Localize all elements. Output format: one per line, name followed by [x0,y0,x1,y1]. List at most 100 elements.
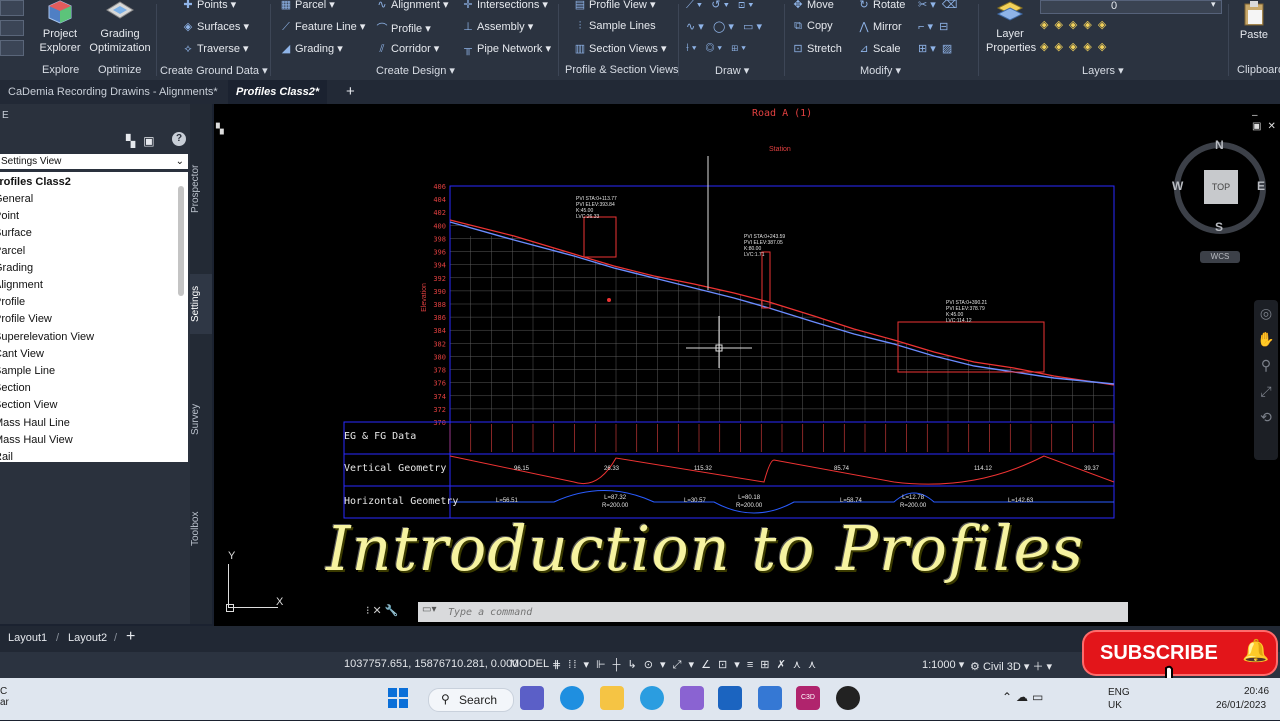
tab-layout2[interactable]: Layout2 [68,632,107,644]
tab-layout1[interactable]: Layout1 [8,632,47,644]
toolspace-icon[interactable] [0,0,24,16]
obs-icon[interactable] [836,686,860,710]
array-icon[interactable]: ⊞ ▾ ▨ [918,42,952,55]
tree-item[interactable]: Point [0,210,19,222]
mirror-button[interactable]: ⋀ Mirror [858,20,901,33]
compass-east[interactable]: E [1257,179,1265,193]
feature-line-button[interactable]: ⟋ Feature Line ▾ [280,20,365,34]
toolspace-toolbar-icons[interactable]: ▚▣ [126,134,163,148]
mail-icon[interactable] [758,686,782,710]
edge-icon[interactable] [640,686,664,710]
grading-button[interactable]: ◢ Grading ▾ [280,42,343,55]
taskbar-search[interactable]: ⚲ Search [428,688,514,712]
tree-item[interactable]: Surface [0,227,32,239]
paste-button[interactable]: Paste [1234,0,1274,60]
move-button[interactable]: ✥ Move [792,0,834,11]
layer-state-icon[interactable]: ◈◈◈◈◈ [1040,40,1112,53]
tool-palette-icon[interactable] [0,40,24,56]
scale-button[interactable]: ⊿ Scale [858,42,900,55]
command-input[interactable] [446,603,1110,621]
tree-item[interactable]: Section View [0,399,57,411]
draw-circle-icon[interactable]: ∿ ▾ ◯ ▾ ▭ ▾ [686,20,762,33]
tree-item[interactable]: General [0,193,33,205]
viewcube-top[interactable]: TOP [1204,170,1238,204]
tree-item[interactable]: Parcel [0,245,25,257]
view-select[interactable]: Settings View ⌄ [0,154,188,169]
draw-line-icon[interactable]: ⟋ ▾ ↺ ▾ ⊡ ▾ [686,0,754,12]
project-explorer-button[interactable]: Project Explorer [36,0,84,60]
tree-item[interactable]: Profile [0,296,25,308]
panel-title-layers[interactable]: Layers ▾ [1082,64,1124,77]
workspace-switch[interactable]: ⚙ Civil 3D ▾ ＋ ▾ [970,658,1052,674]
tree-item[interactable]: Mass Haul View [0,434,73,446]
tab-alignments-drawing[interactable]: CaDemia Recording Drawins - Alignments* [0,80,226,104]
annotation-scale[interactable]: 1:1000 ▾ [922,658,964,671]
section-views-button[interactable]: ▥ Section Views ▾ [574,42,667,55]
compass-south[interactable]: S [1215,220,1223,234]
compass-north[interactable]: N [1215,138,1224,152]
rotate-button[interactable]: ↻ Rotate [858,0,905,11]
copy-button[interactable]: ⧉ Copy [792,20,833,33]
panel-title-create-ground[interactable]: Create Ground Data ▾ [160,64,268,77]
properties-icon[interactable] [0,20,24,36]
wcs-button[interactable]: WCS [1200,251,1240,263]
profile-button[interactable]: ⌒ Profile ▾ [376,20,431,36]
new-tab-button[interactable]: + [338,80,363,104]
civil3d-taskbar-icon[interactable]: C3D [796,686,820,710]
layer-tools-icon[interactable]: ◈◈◈◈◈ [1040,18,1112,31]
tree-item[interactable]: Sample Line [0,365,55,377]
copilot-icon[interactable] [680,686,704,710]
tree-scrollbar[interactable] [178,186,184,296]
traverse-button[interactable]: ⟡ Traverse ▾ [182,42,248,56]
parcel-button[interactable]: ▦ Parcel ▾ [280,0,335,11]
alignment-button[interactable]: ∿ Alignment ▾ [376,0,448,11]
language-indicator[interactable]: ENG UK [1108,686,1130,712]
command-close-icon[interactable]: ⁝ ✕ 🔧 [366,604,399,617]
corridor-button[interactable]: ⫽ Corridor ▾ [376,42,440,56]
navigation-bar[interactable]: ◎ ✋ ⚲ ⤢ ⟲ [1254,300,1278,460]
profile-view-button[interactable]: ▤ Profile View ▾ [574,0,656,11]
windows-start-icon[interactable] [386,686,410,710]
tab-prospector[interactable]: Prospector [190,154,212,224]
assembly-button[interactable]: ⊥ Assembly ▾ [462,20,533,33]
clock-date[interactable]: 26/01/2023 [1216,700,1266,711]
grading-optimization-button[interactable]: Grading Optimization [86,0,154,60]
panel-title-create-design[interactable]: Create Design ▾ [376,64,455,77]
file-explorer-icon[interactable] [600,686,624,710]
stretch-button[interactable]: ⊡ Stretch [792,42,841,55]
clock-time[interactable]: 20:46 [1244,686,1269,697]
compass-west[interactable]: W [1172,179,1183,193]
sample-lines-button[interactable]: ⫶ Sample Lines [574,20,656,33]
panel-title-draw[interactable]: Draw ▾ [715,64,749,77]
surfaces-button[interactable]: ◈ Surfaces ▾ [182,20,249,33]
intersections-button[interactable]: ✛ Intersections ▾ [462,0,548,11]
tab-survey[interactable]: Survey [190,394,212,444]
trim-icon[interactable]: ✂ ▾ ⌫ [918,0,957,11]
help-icon[interactable]: ? [172,132,186,146]
tab-toolbox[interactable]: Toolbox [190,504,212,554]
tree-item[interactable]: Superelevation View [0,331,94,343]
layer-dropdown[interactable]: 0 ▾ [1040,0,1222,14]
system-tray-icons[interactable]: ⌃☁▭ [1002,690,1047,704]
tree-item[interactable]: Grading [0,262,33,274]
tab-profiles-class2[interactable]: Profiles Class2* [228,80,328,104]
outlook-icon[interactable] [718,686,742,710]
layer-properties-button[interactable]: Layer Properties [986,0,1036,60]
weather-widget[interactable]: Car [0,686,9,708]
teams-icon[interactable] [520,686,544,710]
drafting-tools-icons[interactable]: ⋕ ⁞⁞ ▾ ⊩ ┼ ↳ ⊙ ▾ ⤢ ▾ ∠ ⊡ ▾ ≡ ⊞ ✗ ⋏ ⋏ [552,658,818,672]
coordinates-readout[interactable]: 1037757.651, 15876710.281, 0.000 [344,658,518,670]
viewport-controls-icon[interactable]: ▚ [216,124,224,135]
model-space-button[interactable]: MODEL [510,658,549,670]
panel-title-modify[interactable]: Modify ▾ [860,64,901,77]
tree-item[interactable]: Profile View [0,313,52,325]
tab-settings[interactable]: Settings [190,274,212,334]
fillet-icon[interactable]: ⌐ ▾ ⊟ [918,20,948,33]
add-layout-button[interactable]: + [126,628,135,646]
pipe-network-button[interactable]: ╥ Pipe Network ▾ [462,42,551,55]
points-button[interactable]: ✚ Points ▾ [182,0,236,11]
tree-item[interactable]: Rail [0,451,13,463]
tree-item[interactable]: Mass Haul Line [0,417,70,429]
tree-item[interactable]: Cant View [0,348,44,360]
draw-polyline-icon[interactable]: ⟊ ▾ ◎ ▾ ⊞ ▾ [686,42,746,55]
